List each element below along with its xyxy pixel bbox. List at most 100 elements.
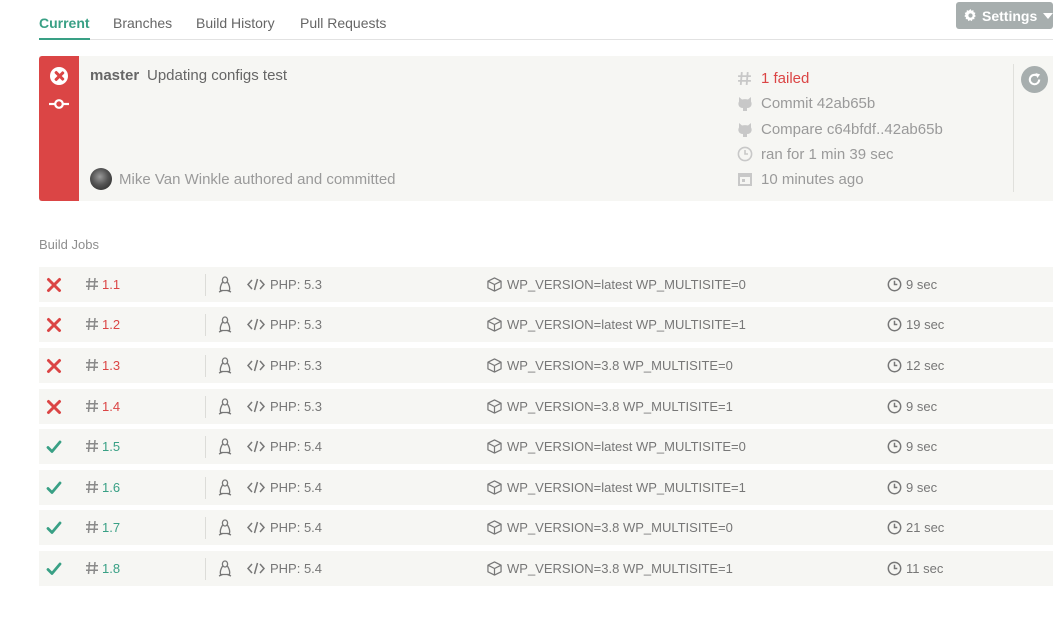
github-icon (736, 121, 753, 138)
tab-branches[interactable]: Branches (113, 15, 172, 38)
job-number[interactable]: 1.8 (102, 561, 120, 576)
job-duration: 12 sec (906, 358, 945, 373)
author-line: Mike Van Winkle authored and committed (119, 171, 396, 188)
build-summary: master Updating configs test Mike Van Wi… (39, 56, 1053, 201)
clock-icon (887, 520, 902, 535)
job-language: PHP: 5.3 (270, 277, 323, 292)
divider (205, 314, 206, 336)
clock-icon (887, 480, 902, 495)
tab-current[interactable]: Current (39, 15, 90, 40)
job-number[interactable]: 1.6 (102, 480, 120, 495)
clock-icon (887, 399, 902, 414)
check-icon (46, 562, 62, 575)
restart-button[interactable] (1021, 66, 1048, 93)
package-icon (487, 520, 502, 535)
job-row[interactable]: 1.6 PHP: 5.4 WP_VERSION=latest WP_MULTISIT… (39, 470, 1053, 505)
package-icon (487, 399, 502, 414)
code-icon (247, 562, 265, 575)
divider (205, 436, 206, 458)
job-number[interactable]: 1.3 (102, 358, 120, 373)
job-row[interactable]: 1.7 PHP: 5.4 WP_VERSION=3.8 WP_MULTISITE=0… (39, 510, 1053, 545)
package-icon (487, 358, 502, 373)
job-number[interactable]: 1.2 (102, 317, 120, 332)
commit-message: Updating configs test (147, 67, 288, 84)
build-duration: ran for 1 min 39 sec (736, 144, 894, 164)
job-number[interactable]: 1.5 (102, 439, 120, 454)
fail-x-icon (47, 318, 61, 332)
settings-label: Settings (982, 7, 1038, 24)
job-row[interactable]: 1.4 PHP: 5.3 WP_VERSION=3.8 WP_MULTISITE=1… (39, 389, 1053, 424)
code-icon (247, 278, 265, 291)
job-env: WP_VERSION=3.8 WP_MULTISITE=1 (507, 561, 733, 576)
job-number[interactable]: 1.1 (102, 277, 120, 292)
job-env: WP_VERSION=latest WP_MULTISITE=1 (507, 480, 746, 495)
duration-text: ran for 1 min 39 sec (761, 145, 894, 163)
job-row[interactable]: 1.1 PHP: 5.3 WP_VERSION=latest WP_MULTISIT… (39, 267, 1053, 302)
tab-bar: Current Branches Build History Pull Requ… (39, 0, 1053, 40)
linux-icon (218, 276, 232, 293)
hash-icon (86, 358, 98, 372)
code-icon (247, 521, 265, 534)
build-finished: 10 minutes ago (736, 169, 864, 189)
clock-icon (887, 277, 902, 292)
job-duration: 9 sec (906, 277, 938, 292)
fail-x-icon (47, 400, 61, 414)
job-env: WP_VERSION=latest WP_MULTISITE=1 (507, 317, 746, 332)
fail-x-icon (47, 278, 61, 292)
linux-icon (218, 519, 232, 536)
job-row[interactable]: 1.8 PHP: 5.4 WP_VERSION=3.8 WP_MULTISITE=1… (39, 551, 1053, 586)
job-language: PHP: 5.4 (270, 561, 323, 576)
compare-link[interactable]: Compare c64bfdf..42ab65b (736, 119, 943, 139)
job-language: PHP: 5.3 (270, 358, 323, 373)
chevron-down-icon (1043, 12, 1053, 19)
package-icon (487, 480, 502, 495)
job-language: PHP: 5.4 (270, 439, 323, 454)
hash-icon (86, 399, 98, 413)
fail-x-icon (47, 359, 61, 373)
job-number[interactable]: 1.7 (102, 520, 120, 535)
error-circle-icon (50, 67, 68, 85)
settings-button[interactable]: Settings (956, 2, 1053, 29)
job-language: PHP: 5.3 (270, 317, 323, 332)
job-env: WP_VERSION=3.8 WP_MULTISITE=0 (507, 358, 733, 373)
job-row[interactable]: 1.3 PHP: 5.3 WP_VERSION=3.8 WP_MULTISITE=0… (39, 348, 1053, 383)
commit-link[interactable]: Commit 42ab65b (736, 93, 875, 113)
job-duration: 19 sec (906, 317, 945, 332)
job-number[interactable]: 1.4 (102, 399, 120, 414)
clock-icon (736, 146, 753, 163)
github-icon (736, 95, 753, 112)
linux-icon (218, 357, 232, 374)
calendar-icon (736, 171, 753, 188)
job-row[interactable]: 1.2 PHP: 5.3 WP_VERSION=latest WP_MULTISIT… (39, 307, 1053, 342)
hash-icon (86, 439, 98, 453)
commit-text: Commit 42ab65b (761, 94, 876, 112)
job-language: PHP: 5.3 (270, 399, 323, 414)
job-duration: 21 sec (906, 520, 945, 535)
job-duration: 11 sec (906, 561, 944, 576)
gear-icon (964, 9, 977, 22)
code-icon (247, 481, 265, 494)
build-number-status[interactable]: 1 failed (736, 68, 809, 88)
package-icon (487, 439, 502, 454)
package-icon (487, 317, 502, 332)
tab-pull-requests[interactable]: Pull Requests (300, 15, 386, 38)
divider (205, 477, 206, 499)
status-strip (39, 56, 79, 201)
branch-name[interactable]: master (90, 67, 139, 84)
tab-build-history[interactable]: Build History (196, 15, 275, 38)
build-jobs-title: Build Jobs (39, 237, 99, 252)
check-icon (46, 481, 62, 494)
restart-icon (1028, 72, 1041, 86)
code-icon (247, 359, 265, 372)
hash-icon (736, 70, 753, 87)
job-duration: 9 sec (906, 480, 938, 495)
divider (205, 355, 206, 377)
job-duration: 9 sec (906, 399, 938, 414)
check-icon (46, 440, 62, 453)
linux-icon (218, 479, 232, 496)
job-env: WP_VERSION=3.8 WP_MULTISITE=0 (507, 520, 733, 535)
divider (205, 558, 206, 580)
check-icon (46, 521, 62, 534)
divider (205, 274, 206, 296)
job-row[interactable]: 1.5 PHP: 5.4 WP_VERSION=latest WP_MULTISIT… (39, 429, 1053, 464)
